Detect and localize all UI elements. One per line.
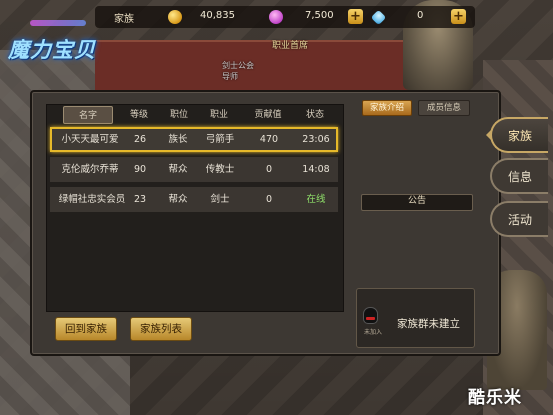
member-name: 小天天最可爱 <box>61 134 119 145</box>
column-header-name[interactable]: 名字 <box>63 106 113 124</box>
crystal-amount: 7,500 <box>305 10 334 21</box>
tab-family-intro[interactable]: 家族介绍 <box>362 100 412 116</box>
column-header-status[interactable]: 状态 <box>295 106 335 124</box>
side-tab-activity[interactable]: 活动 <box>490 201 548 237</box>
announcement-header: 公告 <box>361 194 473 211</box>
table-row[interactable]: 小天天最可爱 26 族长 弓箭手 470 23:06 <box>50 127 338 152</box>
screen-title: 家族 <box>114 14 134 25</box>
member-contribution: 0 <box>265 194 273 205</box>
qq-group-label: 家族群未建立 <box>397 318 460 330</box>
column-header-level[interactable]: 等级 <box>119 106 159 124</box>
add-diamond-button[interactable]: + <box>451 9 466 24</box>
qq-penguin-icon <box>363 307 378 324</box>
member-job: 弓箭手 <box>205 134 235 145</box>
gold-coin-icon <box>168 10 182 24</box>
back-to-family-button[interactable]: 回到家族 <box>55 317 117 341</box>
column-header-position[interactable]: 职位 <box>159 106 199 124</box>
member-status: 在线 <box>306 194 326 205</box>
qq-status: 未加入 <box>364 329 383 336</box>
member-contribution: 470 <box>259 134 279 145</box>
diamond-amount: 0 <box>417 10 424 21</box>
member-position: 帮众 <box>168 194 188 205</box>
column-header-contribution[interactable]: 贡献值 <box>245 106 291 124</box>
member-job: 传教士 <box>205 164 235 175</box>
member-status: 14:08 <box>302 164 330 175</box>
tab-member-info[interactable]: 成员信息 <box>418 100 470 116</box>
member-name: 克伦威尔乔蒂 <box>61 164 119 175</box>
member-level: 23 <box>133 194 147 205</box>
member-level: 90 <box>133 164 147 175</box>
family-list-button[interactable]: 家族列表 <box>130 317 192 341</box>
member-job: 剑士 <box>210 194 230 205</box>
member-level: 26 <box>133 134 147 145</box>
npc-title: 职业首席 <box>272 41 309 51</box>
site-watermark: 酷乐米 <box>468 388 522 408</box>
side-tab-family[interactable]: 家族 <box>490 117 548 153</box>
side-tab-info[interactable]: 信息 <box>490 158 548 194</box>
npc-name: 剑士公会 导师 <box>222 61 254 81</box>
purple-gem-icon <box>269 10 283 24</box>
game-logo: 魔力宝贝 <box>6 14 106 66</box>
member-position: 族长 <box>168 134 188 145</box>
red-carpet <box>95 40 425 92</box>
member-contribution: 0 <box>265 164 273 175</box>
announcement-content <box>361 212 471 286</box>
table-row[interactable]: 绿帽社忠实会员 23 帮众 剑士 0 在线 <box>50 187 338 212</box>
member-position: 帮众 <box>168 164 188 175</box>
gold-amount: 40,835 <box>200 10 235 21</box>
column-header-job[interactable]: 职业 <box>197 106 241 124</box>
logo-ribbon <box>30 20 86 26</box>
table-header: 名字 等级 职位 职业 贡献值 状态 <box>49 106 339 124</box>
logo-text: 魔力宝贝 <box>8 37 96 62</box>
table-row[interactable]: 克伦威尔乔蒂 90 帮众 传教士 0 14:08 <box>50 157 338 182</box>
member-status: 23:06 <box>302 134 330 145</box>
add-crystal-button[interactable]: + <box>348 9 363 24</box>
